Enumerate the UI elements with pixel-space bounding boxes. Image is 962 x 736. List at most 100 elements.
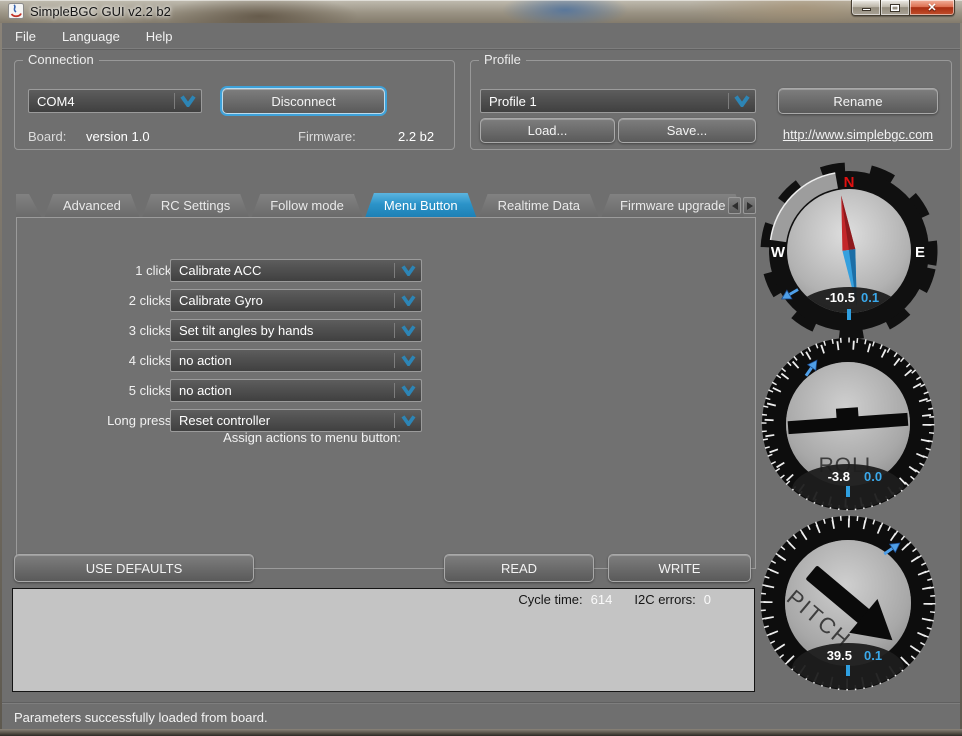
label-3-clicks: 3 clicks:: [128, 323, 175, 338]
chevron-down-icon: [395, 415, 421, 426]
tab-rc-settings[interactable]: RC Settings: [142, 194, 249, 218]
window-border-bottom: [0, 729, 962, 736]
tab-label: Realtime Data: [497, 198, 580, 213]
tab-scroll-right-button[interactable]: [743, 197, 756, 214]
menu-button-tab-panel: Assign actions to menu button: 1 click: …: [16, 217, 756, 569]
write-label: WRITE: [658, 560, 701, 576]
write-button[interactable]: WRITE: [608, 554, 751, 582]
heading-value: -10.5: [825, 290, 855, 305]
maximize-icon: [890, 3, 900, 12]
board-label: Board:: [28, 129, 67, 144]
use-defaults-button[interactable]: USE DEFAULTS: [14, 554, 254, 582]
label-2-clicks: 2 clicks:: [128, 293, 175, 308]
pitch-zero-tick: [846, 665, 850, 676]
dropdown-value: Calibrate ACC: [179, 263, 262, 278]
dropdown-value: no action: [179, 353, 232, 368]
menubar: File Language Help: [2, 25, 960, 49]
dropdown-5-clicks[interactable]: no action: [170, 379, 422, 402]
tab-label: RC Settings: [160, 198, 231, 213]
save-button[interactable]: Save...: [618, 118, 756, 143]
arrow-right-icon: [746, 201, 753, 210]
heading-gauge: N W E -10.5 0.1: [760, 162, 938, 340]
profile-value: Profile 1: [489, 93, 537, 109]
minimize-icon: [861, 8, 871, 11]
tab-advanced[interactable]: Advanced: [44, 194, 140, 218]
disconnect-button[interactable]: Disconnect: [222, 88, 385, 114]
compass-east-label: E: [915, 244, 925, 261]
label-long-press: Long press:: [107, 413, 175, 428]
tab-scroll-left-button[interactable]: [728, 197, 741, 214]
chevron-down-icon: [175, 95, 201, 107]
rename-button[interactable]: Rename: [778, 88, 938, 114]
minimize-button[interactable]: [851, 0, 881, 16]
maximize-button[interactable]: [881, 0, 909, 16]
tab-label: Firmware upgrade: [620, 198, 726, 213]
chevron-down-icon: [395, 325, 421, 336]
pitch-gauge: PITCH 39.5 0.1: [760, 515, 936, 691]
profile-group: Profile Profile 1 Rename Load... Save...…: [470, 52, 952, 150]
label-5-clicks: 5 clicks:: [128, 383, 175, 398]
status-message: Parameters successfully loaded from boar…: [14, 710, 268, 725]
roll-gauge: ROLL -3.8 0.0: [761, 337, 935, 511]
tab-firmware-upgrade[interactable]: Firmware upgrade: [601, 194, 745, 218]
label-1-click: 1 click:: [135, 263, 175, 278]
roll-value: -3.8: [828, 469, 850, 484]
tab-label: Advanced: [63, 198, 121, 213]
roll-target-value: 0.0: [864, 469, 882, 484]
menu-language[interactable]: Language: [62, 29, 120, 44]
menu-help[interactable]: Help: [146, 29, 173, 44]
chevron-down-icon: [395, 265, 421, 276]
tab-partial-hidden[interactable]: [16, 194, 42, 218]
roll-zero-tick: [846, 486, 850, 497]
tab-follow-mode[interactable]: Follow mode: [251, 194, 363, 218]
label-4-clicks: 4 clicks:: [128, 353, 175, 368]
read-label: READ: [500, 560, 538, 576]
i2c-errors-label: I2C errors:: [634, 592, 696, 607]
firmware-value: 2.2 b2: [398, 129, 435, 144]
profile-select[interactable]: Profile 1: [480, 89, 756, 113]
tab-label: Follow mode: [270, 198, 344, 213]
rename-label: Rename: [833, 93, 883, 109]
chevron-down-icon: [395, 385, 421, 396]
load-button[interactable]: Load...: [480, 118, 615, 143]
titlebar[interactable]: SimpleBGC GUI v2.2 b2 ✕: [0, 0, 962, 23]
console-stats: Cycle time: 614 I2C errors: 0: [518, 592, 711, 607]
chevron-down-icon: [395, 355, 421, 366]
client-area: File Language Help Connection COM4 Disco…: [2, 23, 960, 729]
compass-west-label: W: [771, 244, 786, 261]
dropdown-3-clicks[interactable]: Set tilt angles by hands: [170, 319, 422, 342]
cycle-time-value: 614: [590, 592, 613, 607]
profile-legend: Profile: [479, 52, 526, 67]
tab-strip: Advanced RC Settings Follow mode Menu Bu…: [16, 193, 747, 218]
close-button[interactable]: ✕: [909, 0, 955, 16]
heading-zero-tick: [847, 309, 851, 320]
website-link[interactable]: http://www.simplebgc.com: [773, 127, 943, 142]
heading-target-value: 0.1: [861, 290, 879, 305]
tab-menu-button[interactable]: Menu Button: [365, 193, 477, 218]
dropdown-long-press[interactable]: Reset controller: [170, 409, 422, 432]
window-title: SimpleBGC GUI v2.2 b2: [30, 4, 171, 19]
chevron-down-icon: [729, 95, 755, 107]
read-button[interactable]: READ: [444, 554, 594, 582]
com-port-value: COM4: [37, 93, 75, 109]
dropdown-4-clicks[interactable]: no action: [170, 349, 422, 372]
chevron-down-icon: [395, 295, 421, 306]
arrow-left-icon: [731, 201, 738, 210]
board-value: version 1.0: [86, 129, 150, 144]
use-defaults-label: USE DEFAULTS: [85, 560, 183, 576]
dropdown-2-clicks[interactable]: Calibrate Gyro: [170, 289, 422, 312]
firmware-label: Firmware:: [298, 129, 356, 144]
com-port-select[interactable]: COM4: [28, 89, 202, 113]
dropdown-1-click[interactable]: Calibrate ACC: [170, 259, 422, 282]
statusbar: Parameters successfully loaded from boar…: [2, 702, 960, 729]
dropdown-value: Reset controller: [179, 413, 271, 428]
tab-realtime-data[interactable]: Realtime Data: [479, 194, 599, 218]
menu-file[interactable]: File: [15, 29, 36, 44]
pitch-target-value: 0.1: [864, 648, 882, 663]
compass-north-label: N: [844, 174, 855, 191]
i2c-errors-value: 0: [703, 592, 711, 607]
dropdown-value: no action: [179, 383, 232, 398]
close-icon: ✕: [927, 1, 937, 14]
application-window: SimpleBGC GUI v2.2 b2 ✕ File Language He…: [0, 0, 962, 736]
save-label: Save...: [666, 123, 708, 138]
